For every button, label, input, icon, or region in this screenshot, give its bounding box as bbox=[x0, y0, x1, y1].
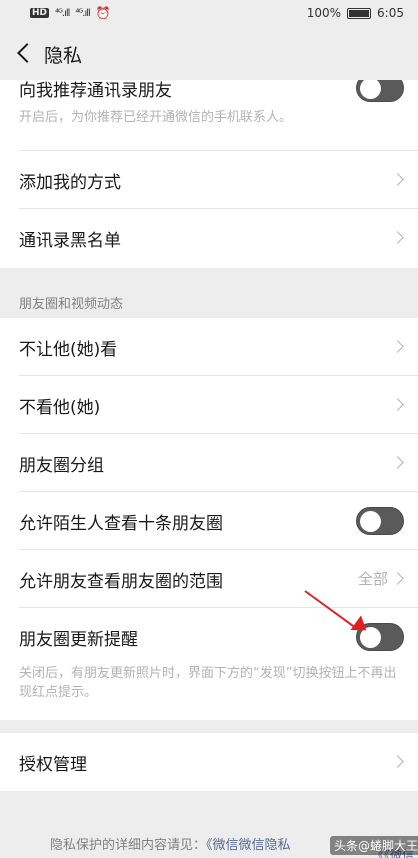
status-right: 100% 6:05 bbox=[307, 6, 404, 20]
moments-card: 不让他(她)看 不看他(她) 朋友圈分组 允许陌生人查看十条朋友圈 允许朋友查看… bbox=[0, 318, 418, 720]
stranger-ten-posts-toggle[interactable] bbox=[356, 507, 404, 535]
chevron-right-icon bbox=[391, 456, 404, 469]
add-methods-row[interactable]: 添加我的方式 bbox=[0, 151, 418, 209]
hide-theirs-label: 不看他(她) bbox=[19, 398, 101, 418]
recommend-contacts-row: 向我推荐通讯录朋友 开启后，为你推荐已经开通微信的手机联系人。 bbox=[0, 80, 418, 151]
chevron-right-icon bbox=[391, 572, 404, 585]
page-title: 隐私 bbox=[44, 45, 83, 67]
clock: 6:05 bbox=[377, 6, 404, 20]
chevron-right-icon bbox=[391, 755, 404, 768]
chevron-right-icon bbox=[391, 398, 404, 411]
moments-groups-row[interactable]: 朋友圈分组 bbox=[0, 434, 418, 492]
back-icon[interactable] bbox=[17, 43, 37, 63]
alarm-icon: ⏰ bbox=[95, 6, 111, 20]
auth-card: 授权管理 bbox=[0, 733, 418, 791]
stranger-ten-posts-label: 允许陌生人查看十条朋友圈 bbox=[19, 514, 223, 534]
hide-theirs-row[interactable]: 不看他(她) bbox=[0, 376, 418, 434]
hide-mine-row[interactable]: 不让他(她)看 bbox=[0, 318, 418, 376]
update-notice-label: 朋友圈更新提醒 bbox=[19, 630, 138, 650]
privacy-footer-text: 隐私保护的详细内容请见： bbox=[50, 838, 207, 853]
recommend-contacts-label: 向我推荐通讯录朋友 bbox=[19, 81, 172, 101]
hide-mine-label: 不让他(她)看 bbox=[19, 340, 118, 360]
battery-percent: 100% bbox=[306, 6, 342, 20]
nav-bar: 隐私 bbox=[0, 28, 418, 80]
signal-icon-1: ⁴ᴳ.ıll bbox=[55, 7, 70, 19]
chevron-right-icon bbox=[391, 231, 404, 244]
stranger-ten-posts-row: 允许陌生人查看十条朋友圈 bbox=[0, 492, 418, 550]
battery-icon bbox=[347, 7, 372, 19]
update-notice-desc: 关闭后，有朋友更新照片时，界面下方的“发现”切换按钮上不再出现红点提示。 bbox=[19, 666, 397, 700]
watermark: 头条@蜷脚大王 bbox=[330, 836, 418, 855]
toggle-knob bbox=[360, 511, 381, 532]
contacts-card: 向我推荐通讯录朋友 开启后，为你推荐已经开通微信的手机联系人。 添加我的方式 通… bbox=[0, 80, 418, 268]
moments-range-row[interactable]: 允许朋友查看朋友圈的范围 全部 bbox=[0, 550, 418, 608]
privacy-policy-link[interactable]: 《微信微信隐私 bbox=[206, 838, 291, 853]
signal-icon-2: ⁴ᴳ.ıll bbox=[75, 7, 90, 19]
toggle-knob bbox=[360, 80, 381, 99]
recommend-contacts-toggle[interactable] bbox=[356, 80, 404, 102]
moments-groups-label: 朋友圈分组 bbox=[19, 456, 104, 476]
add-methods-label: 添加我的方式 bbox=[19, 173, 121, 193]
chevron-right-icon bbox=[391, 340, 404, 353]
auth-management-label: 授权管理 bbox=[19, 755, 87, 775]
chevron-right-icon bbox=[391, 173, 404, 186]
moments-section-header: 朋友圈和视频动态 bbox=[19, 297, 124, 312]
recommend-contacts-desc: 开启后，为你推荐已经开通微信的手机联系人。 bbox=[19, 110, 293, 125]
blacklist-row[interactable]: 通讯录黑名单 bbox=[0, 209, 418, 267]
moments-range-value: 全部 bbox=[357, 570, 388, 588]
status-left: HD ⁴ᴳ.ıll ⁴ᴳ.ıll ⏰ bbox=[30, 6, 111, 20]
moments-range-label: 允许朋友查看朋友圈的范围 bbox=[19, 572, 223, 592]
status-bar: HD ⁴ᴳ.ıll ⁴ᴳ.ıll ⏰ 100% 6:05 bbox=[0, 0, 418, 28]
privacy-footer: 隐私保护的详细内容请见：《微信微信隐私 bbox=[50, 834, 291, 853]
auth-management-row[interactable]: 授权管理 bbox=[0, 733, 418, 791]
hd-icon: HD bbox=[30, 8, 50, 18]
blacklist-label: 通讯录黑名单 bbox=[19, 231, 121, 251]
